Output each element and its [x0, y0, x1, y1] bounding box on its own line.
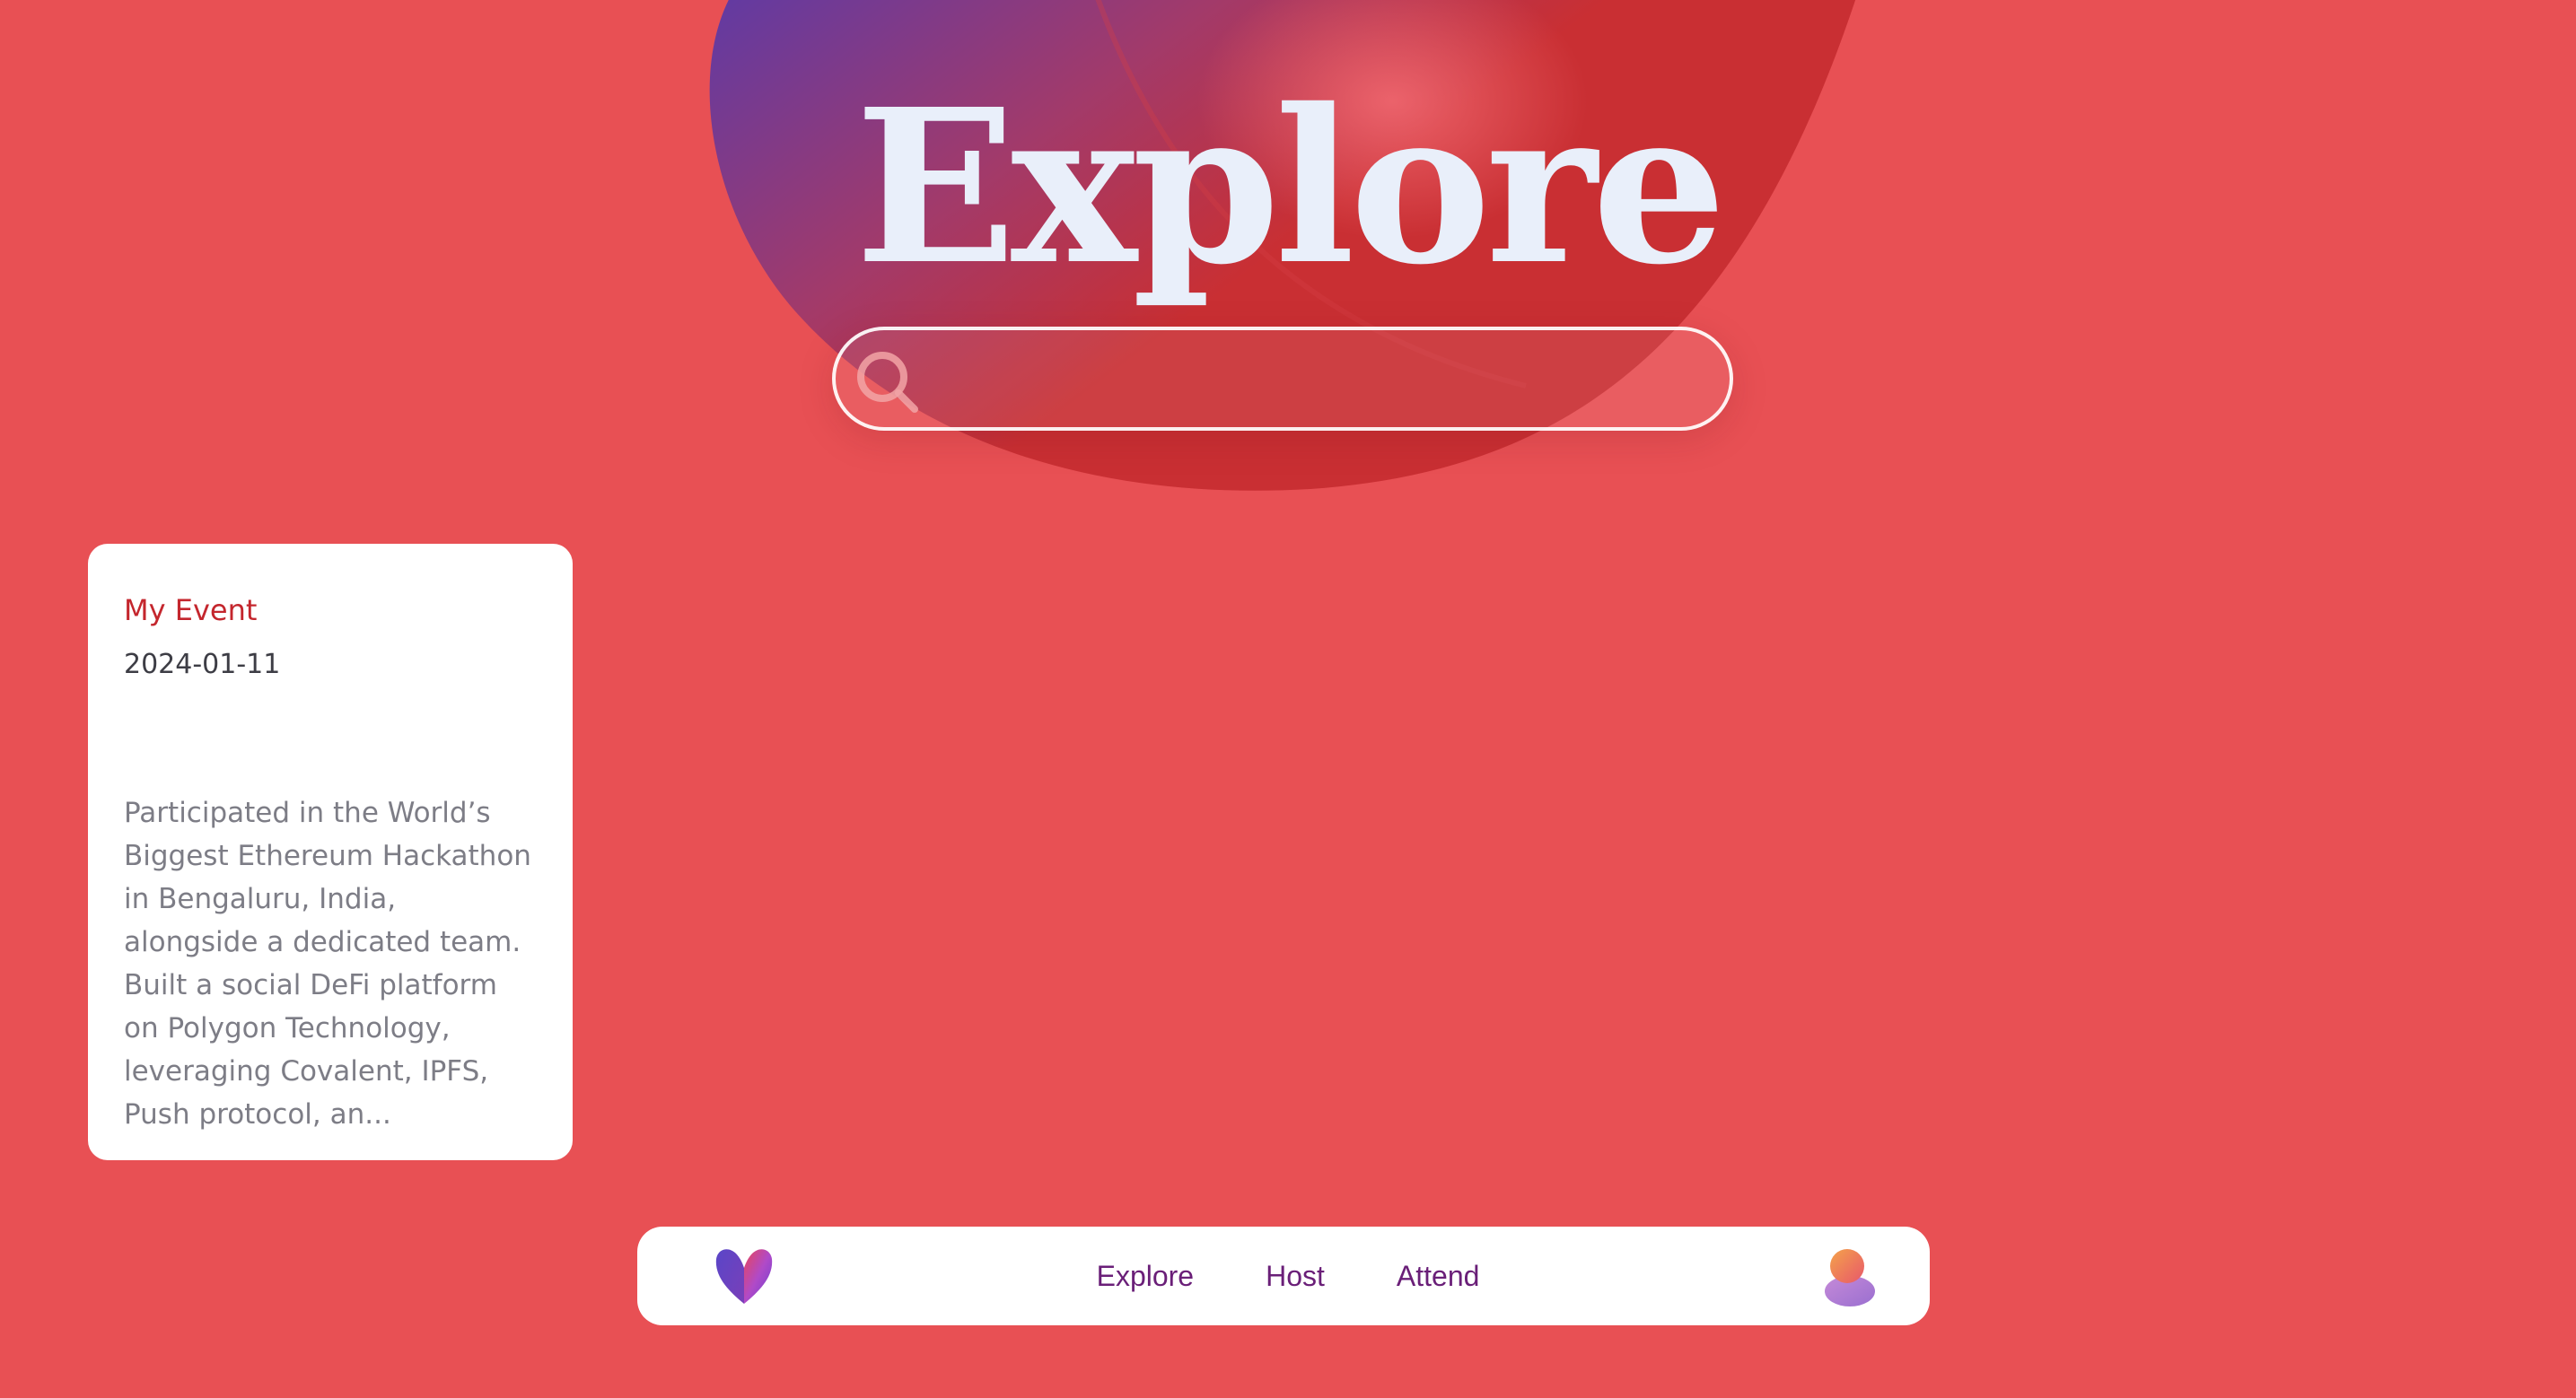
bottom-navbar: Explore Host Attend: [637, 1227, 1930, 1325]
event-card[interactable]: My Event 2024-01-11 Participated in the …: [88, 544, 573, 1160]
search-input[interactable]: [934, 339, 1694, 418]
user-avatar-icon[interactable]: [1820, 1245, 1879, 1307]
search-icon: [857, 352, 918, 413]
nav-links: Explore Host Attend: [637, 1227, 1930, 1325]
nav-attend[interactable]: Attend: [1397, 1260, 1480, 1293]
nav-explore[interactable]: Explore: [1097, 1260, 1195, 1293]
page-title: Explore: [854, 62, 1726, 311]
search-bar[interactable]: [832, 327, 1733, 431]
event-description: Participated in the World’s Biggest Ethe…: [124, 797, 531, 1131]
event-title[interactable]: My Event: [124, 590, 537, 630]
nav-host[interactable]: Host: [1266, 1260, 1325, 1293]
event-date: 2024-01-11: [124, 649, 281, 680]
